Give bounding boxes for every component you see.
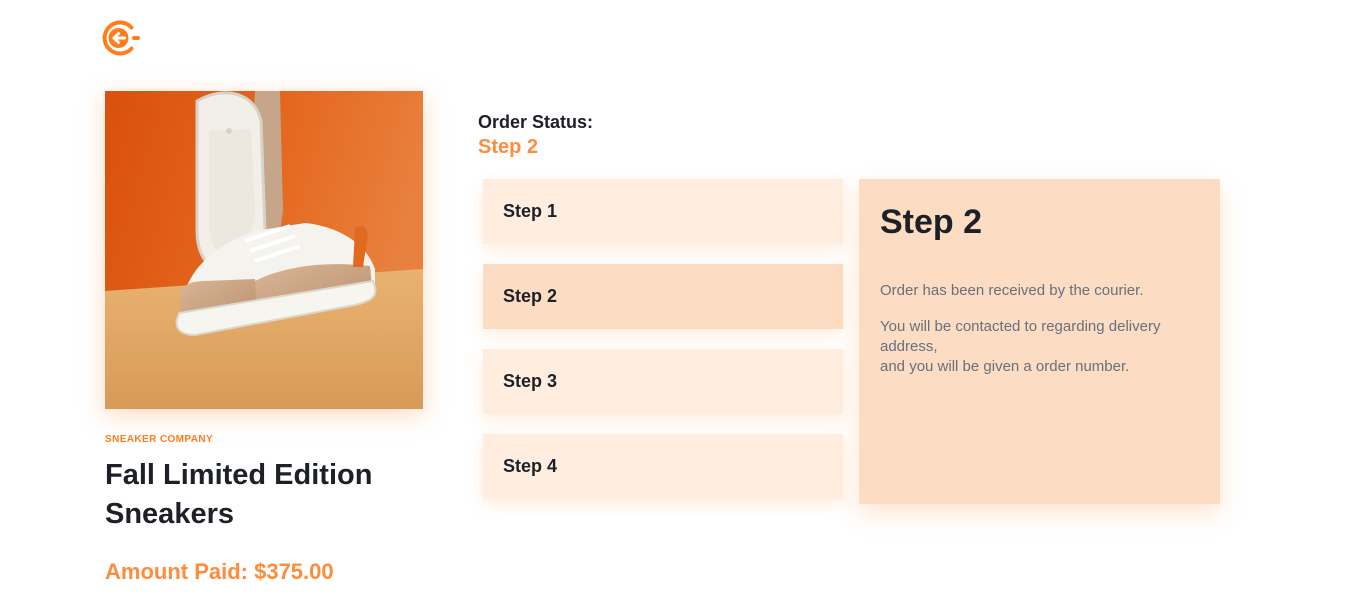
step-item-3[interactable]: Step 3 bbox=[483, 349, 843, 414]
step-item-1[interactable]: Step 1 bbox=[483, 179, 843, 244]
company-name: SNEAKER COMPANY bbox=[105, 434, 214, 445]
step-detail-text: and you will be given a order number. bbox=[880, 358, 1130, 375]
back-button[interactable] bbox=[100, 18, 140, 58]
step-detail-panel: Step 2 Order has been received by the co… bbox=[859, 179, 1220, 504]
step-detail-title: Step 2 bbox=[880, 203, 983, 241]
order-status-value: Step 2 bbox=[478, 136, 539, 158]
step-detail-text: Order has been received by the courier. bbox=[880, 282, 1144, 299]
order-status-label: Order Status: bbox=[478, 112, 594, 132]
product-image bbox=[105, 91, 423, 409]
step-item-2[interactable]: Step 2 bbox=[483, 264, 843, 329]
order-status-page: SNEAKER COMPANY Fall Limited Edition Sne… bbox=[0, 0, 1357, 614]
product-title: Fall Limited Edition Sneakers bbox=[105, 459, 373, 530]
amount-paid: Amount Paid: $375.00 bbox=[105, 559, 334, 584]
step-item-4[interactable]: Step 4 bbox=[483, 434, 843, 499]
sneaker-photo bbox=[105, 91, 423, 409]
step-detail-text: You will be contacted to regarding deliv… bbox=[880, 318, 1161, 355]
arrow-left-circle-icon bbox=[102, 20, 140, 56]
